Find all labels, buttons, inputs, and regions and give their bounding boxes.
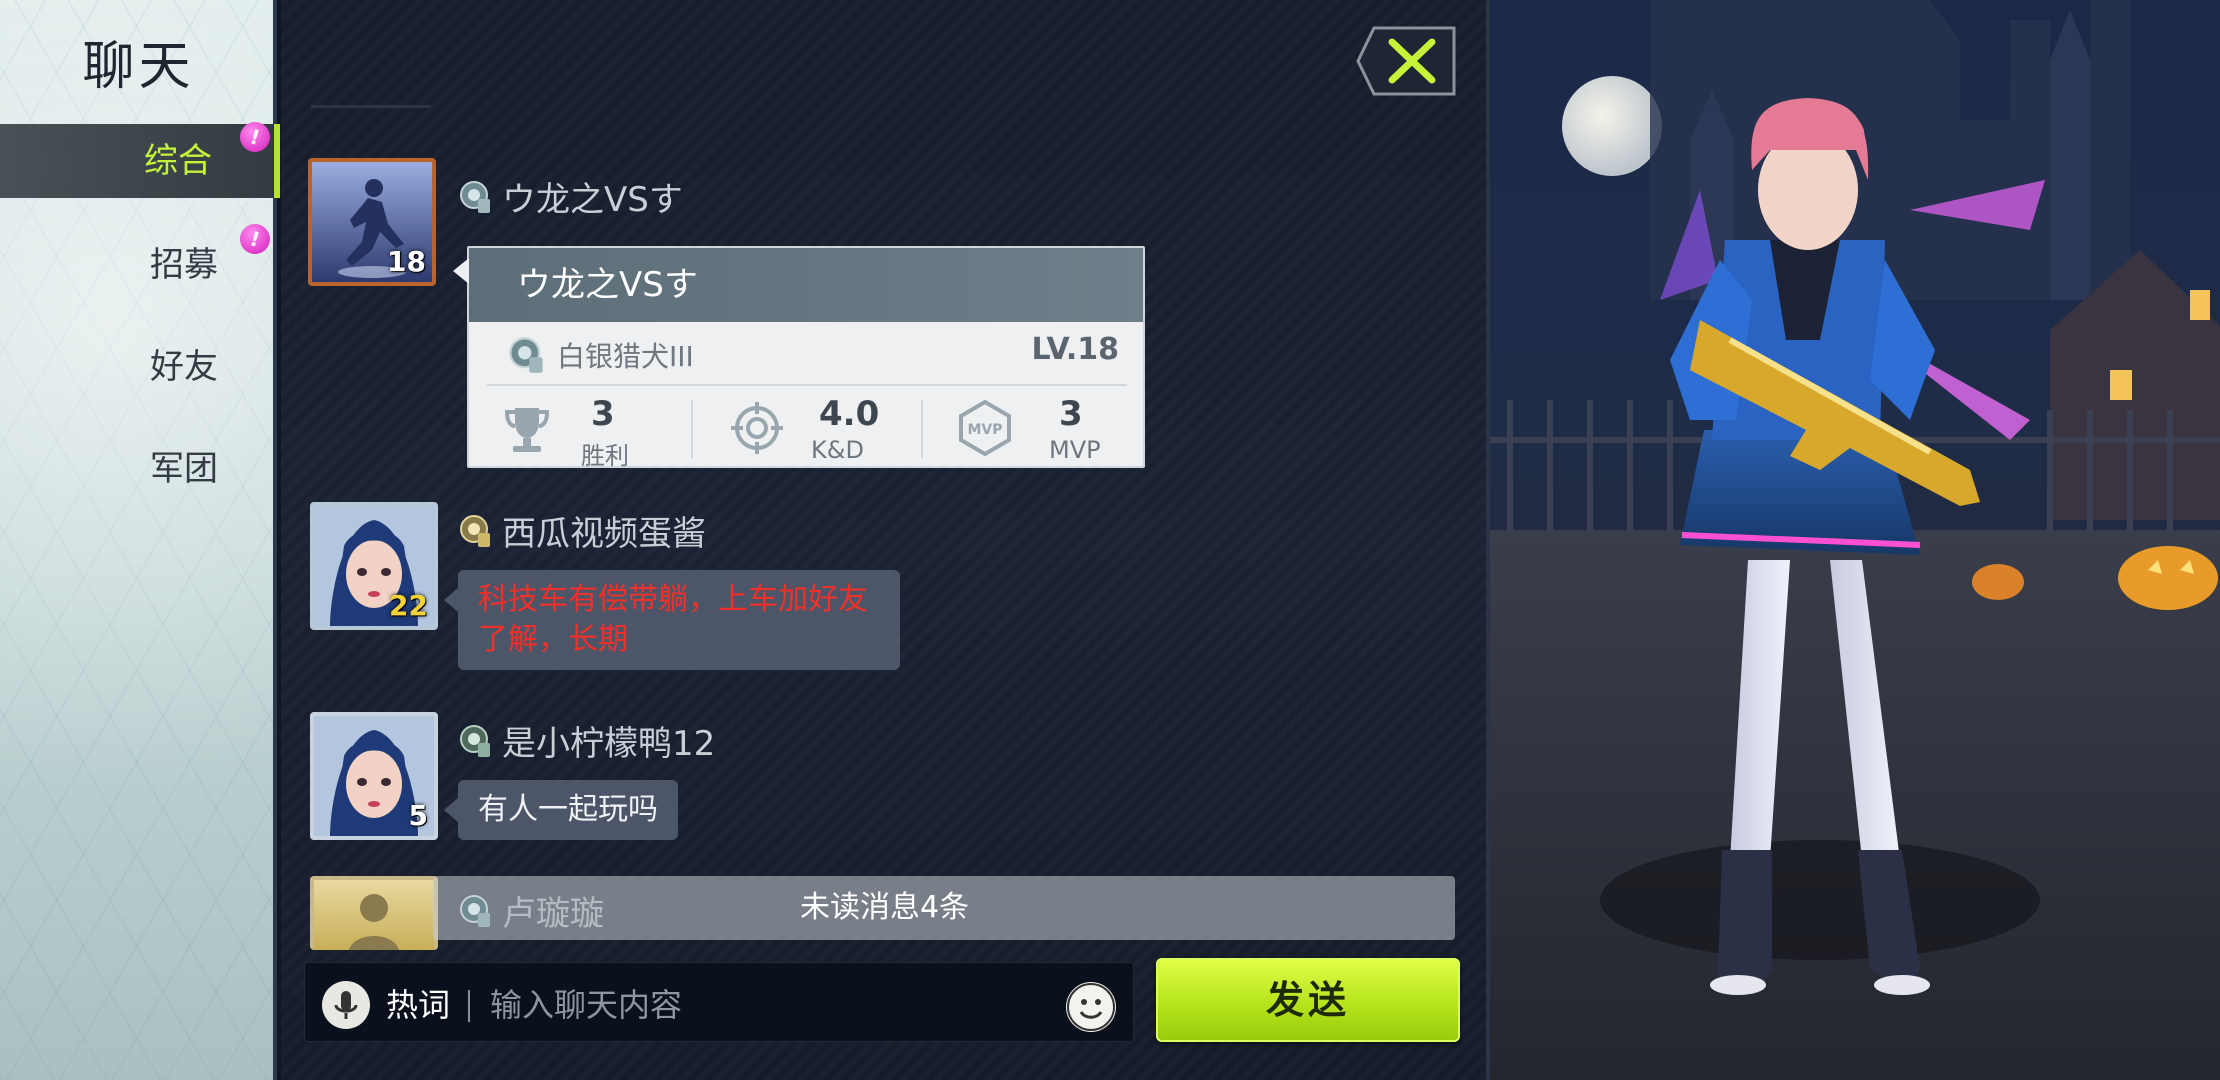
chat-sidebar: 聊天 综合 ! 招募 ! 好友 军团: [0, 0, 280, 1080]
stat-wins: 3 胜利: [499, 394, 719, 470]
tab-recruit[interactable]: 招募: [0, 228, 280, 302]
stat-value: 3: [591, 394, 615, 434]
send-button[interactable]: 发送: [1156, 958, 1460, 1042]
avatar[interactable]: 18: [308, 158, 436, 286]
rank-icon: [460, 514, 490, 547]
player-name[interactable]: 卢璇璇: [458, 886, 604, 935]
stat-label: MVP: [1049, 436, 1101, 464]
divider: [487, 384, 1127, 386]
rank-icon: [460, 724, 490, 757]
svg-text:MVP: MVP: [967, 422, 1002, 438]
player-name-text: ウ龙之VSす: [502, 180, 683, 220]
avatar[interactable]: 22: [310, 502, 438, 630]
tab-label: 好友: [150, 347, 218, 387]
stat-label: K&D: [811, 436, 864, 464]
divider: [921, 400, 923, 458]
player-level: 5: [408, 799, 428, 832]
voice-button[interactable]: [322, 981, 370, 1029]
card-rank-row: 白银猎犬III: [507, 330, 1107, 380]
rank-icon: [460, 180, 490, 213]
close-button[interactable]: [1356, 26, 1456, 96]
player-name-text: 是小柠檬鸭12: [502, 724, 716, 764]
stat-label: 胜利: [581, 442, 629, 470]
player-name[interactable]: ウ龙之VSす: [458, 172, 683, 221]
avatar[interactable]: [310, 876, 438, 950]
chat-input-field[interactable]: 输入聊天内容: [490, 980, 682, 1030]
tab-friends[interactable]: 好友: [0, 330, 280, 404]
stat-value: 4.0: [819, 394, 880, 434]
stat-mvp: MVP 3 MVP: [955, 394, 1175, 464]
divider: [691, 400, 693, 458]
smiley-icon: [1067, 983, 1115, 1031]
player-name-text: 卢璇璇: [502, 894, 604, 934]
emoji-button[interactable]: [1066, 982, 1116, 1032]
divider: [311, 105, 431, 108]
stat-value: 3: [1059, 394, 1083, 434]
chat-message-bubble[interactable]: 有人一起玩吗: [444, 780, 678, 840]
stat-kd: 4.0 K&D: [727, 394, 947, 464]
sidebar-title: 聊天: [82, 37, 195, 97]
player-profile-card: ウ龙之VSす 白银猎犬III LV.18 3 胜利 4.0 K&D MVP 3 …: [453, 246, 1145, 470]
player-level: 18: [387, 245, 426, 278]
close-icon: [1356, 26, 1456, 96]
hotword-button[interactable]: 热词: [386, 980, 450, 1030]
character-scene-illustration: [1490, 0, 2220, 1080]
card-level: LV.18: [1031, 332, 1119, 367]
tab-general[interactable]: 综合: [0, 124, 280, 198]
player-name[interactable]: 西瓜视频蛋酱: [458, 506, 706, 555]
divider: [468, 990, 470, 1022]
crosshair-icon: [731, 402, 783, 454]
unread-count-label[interactable]: 未读消息4条: [800, 876, 969, 940]
trophy-icon: [504, 408, 550, 452]
character-scene: [1486, 0, 2220, 1080]
tab-label: 军团: [150, 449, 218, 489]
tab-label: 综合: [144, 141, 212, 181]
chat-message-bubble[interactable]: 科技车有偿带躺，上车加好友了解，长期: [444, 570, 900, 670]
avatar-silhouette-icon: [349, 894, 399, 950]
tab-label: 招募: [150, 245, 218, 285]
mvp-icon: MVP: [959, 399, 1011, 457]
player-name[interactable]: 是小柠檬鸭12: [458, 716, 715, 765]
rank-icon: [460, 894, 490, 927]
microphone-icon: [334, 991, 358, 1019]
rank-name: 白银猎犬III: [557, 340, 694, 373]
avatar[interactable]: 5: [310, 712, 438, 840]
card-player-name: ウ龙之VSす: [469, 248, 1143, 322]
tab-legion[interactable]: 军团: [0, 432, 280, 506]
player-level: 22: [389, 589, 428, 622]
moon-icon: [1562, 76, 1662, 176]
player-name-text: 西瓜视频蛋酱: [502, 514, 706, 554]
rank-icon: [509, 337, 543, 373]
